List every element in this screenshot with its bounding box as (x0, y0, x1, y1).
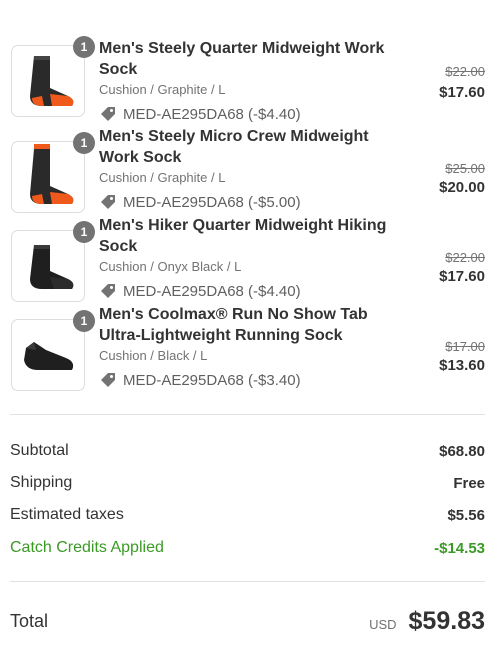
product-name: Men's Hiker Quarter Midweight Hiking Soc… (99, 217, 387, 255)
subtotal-value: $68.80 (439, 442, 485, 460)
total-label: Total (10, 610, 49, 631)
product-thumbnail: 1 (11, 36, 95, 117)
original-price: $22.00 (445, 250, 485, 265)
line-item: 1 Men's Steely Micro Crew Midweight Work… (0, 126, 500, 213)
total-value: $59.83 (408, 606, 485, 635)
discount-label: MED-AE295DA68 (-$5.00) (123, 193, 301, 211)
discount-code: MED-AE295DA68 (-$4.40) (99, 104, 301, 124)
discount-code: MED-AE295DA68 (-$5.00) (99, 192, 301, 212)
divider (10, 581, 485, 582)
taxes-label: Estimated taxes (10, 506, 124, 523)
crew-sock-orange-toe-icon (30, 144, 74, 204)
quantity-badge: 1 (73, 221, 95, 243)
discount-label: MED-AE295DA68 (-$4.40) (123, 105, 301, 123)
currency-code: USD (369, 616, 397, 632)
no-show-sock-black-icon (24, 342, 74, 370)
quarter-sock-orange-toe-icon (30, 56, 74, 106)
discount-code: MED-AE295DA68 (-$3.40) (99, 370, 301, 390)
original-price: $25.00 (445, 161, 485, 176)
discounted-price: $20.00 (439, 179, 485, 196)
product-variant: Cushion / Onyx Black / L (99, 259, 242, 274)
discounted-price: $17.60 (439, 84, 485, 101)
product-name: Men's Steely Micro Crew Midweight Work S… (99, 128, 369, 166)
quantity-badge: 1 (73, 36, 95, 58)
taxes-row: Estimated taxes $5.56 (10, 504, 485, 526)
credits-row: Catch Credits Applied -$14.53 (10, 537, 485, 559)
tag-icon (101, 107, 115, 121)
quantity-badge: 1 (73, 310, 95, 332)
discount-label: MED-AE295DA68 (-$4.40) (123, 282, 301, 300)
discount-code: MED-AE295DA68 (-$4.40) (99, 281, 301, 301)
subtotal-row: Subtotal $68.80 (10, 440, 485, 462)
product-variant: Cushion / Graphite / L (99, 170, 226, 185)
quarter-sock-black-icon (30, 245, 74, 289)
quantity-badge: 1 (73, 132, 95, 154)
tag-icon (101, 195, 115, 209)
taxes-value: $5.56 (447, 506, 485, 524)
shipping-value: Free (453, 474, 485, 492)
credits-label: Catch Credits Applied (10, 539, 164, 556)
subtotal-label: Subtotal (10, 442, 69, 459)
discounted-price: $17.60 (439, 268, 485, 285)
product-thumbnail: 1 (11, 310, 95, 391)
line-item: 1 Men's Coolmax® Run No Show Tab Ultra-L… (0, 304, 500, 391)
total-amount: USD $59.83 (369, 607, 485, 636)
tag-icon (101, 373, 115, 387)
line-item: 1 Men's Steely Quarter Midweight Work So… (0, 36, 500, 124)
original-price: $22.00 (445, 64, 485, 79)
product-variant: Cushion / Graphite / L (99, 82, 226, 97)
discounted-price: $13.60 (439, 357, 485, 374)
product-variant: Cushion / Black / L (99, 348, 208, 363)
product-thumbnail: 1 (11, 221, 95, 302)
product-name: Men's Coolmax® Run No Show Tab Ultra-Lig… (99, 306, 368, 344)
credits-value: -$14.53 (434, 539, 485, 557)
original-price: $17.00 (445, 339, 485, 354)
product-thumbnail: 1 (11, 132, 95, 213)
shipping-row: Shipping Free (10, 472, 485, 494)
shipping-label: Shipping (10, 474, 73, 491)
total-row: Total USD $59.83 (10, 603, 485, 639)
discount-label: MED-AE295DA68 (-$3.40) (123, 371, 301, 389)
divider (10, 414, 485, 415)
product-name: Men's Steely Quarter Midweight Work Sock (99, 40, 385, 78)
line-item: 1 Men's Hiker Quarter Midweight Hiking S… (0, 215, 500, 302)
tag-icon (101, 284, 115, 298)
